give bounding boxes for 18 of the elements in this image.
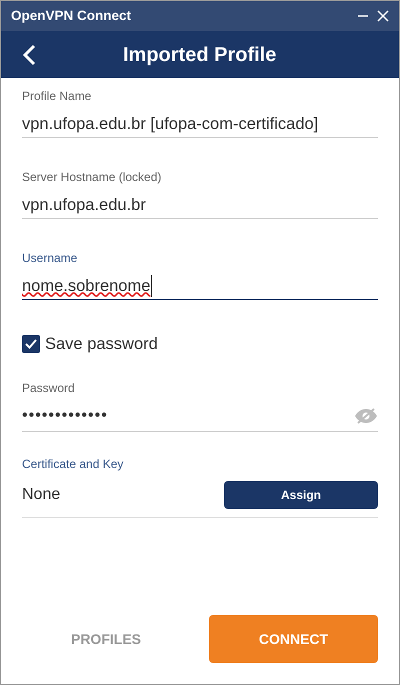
section-label: Certificate and Key — [22, 456, 124, 472]
certificate-value: None — [22, 485, 60, 506]
input-field[interactable]: nome.sobrenome — [22, 272, 378, 300]
field-label: Profile Name — [22, 88, 92, 104]
input-field[interactable]: vpn.ufopa.edu.br [ufopa-com-certificado] — [22, 110, 378, 138]
field-label: Password — [22, 380, 76, 396]
back-icon[interactable] — [22, 44, 36, 66]
input-field[interactable]: vpn.ufopa.edu.br — [22, 191, 378, 219]
field-label: Username — [22, 250, 78, 266]
checkbox[interactable] — [22, 335, 40, 354]
page-title: Imported Profile — [123, 42, 276, 68]
field-label: Server Hostname (locked) — [22, 169, 162, 185]
window-title: OpenVPN Connect — [11, 6, 132, 25]
password-field[interactable]: ••••••••••••• — [22, 402, 378, 432]
assign-button[interactable]: Assign — [224, 481, 378, 510]
close-icon[interactable] — [377, 10, 389, 22]
check-icon — [24, 337, 38, 352]
checkbox-label: Save password — [45, 334, 158, 355]
